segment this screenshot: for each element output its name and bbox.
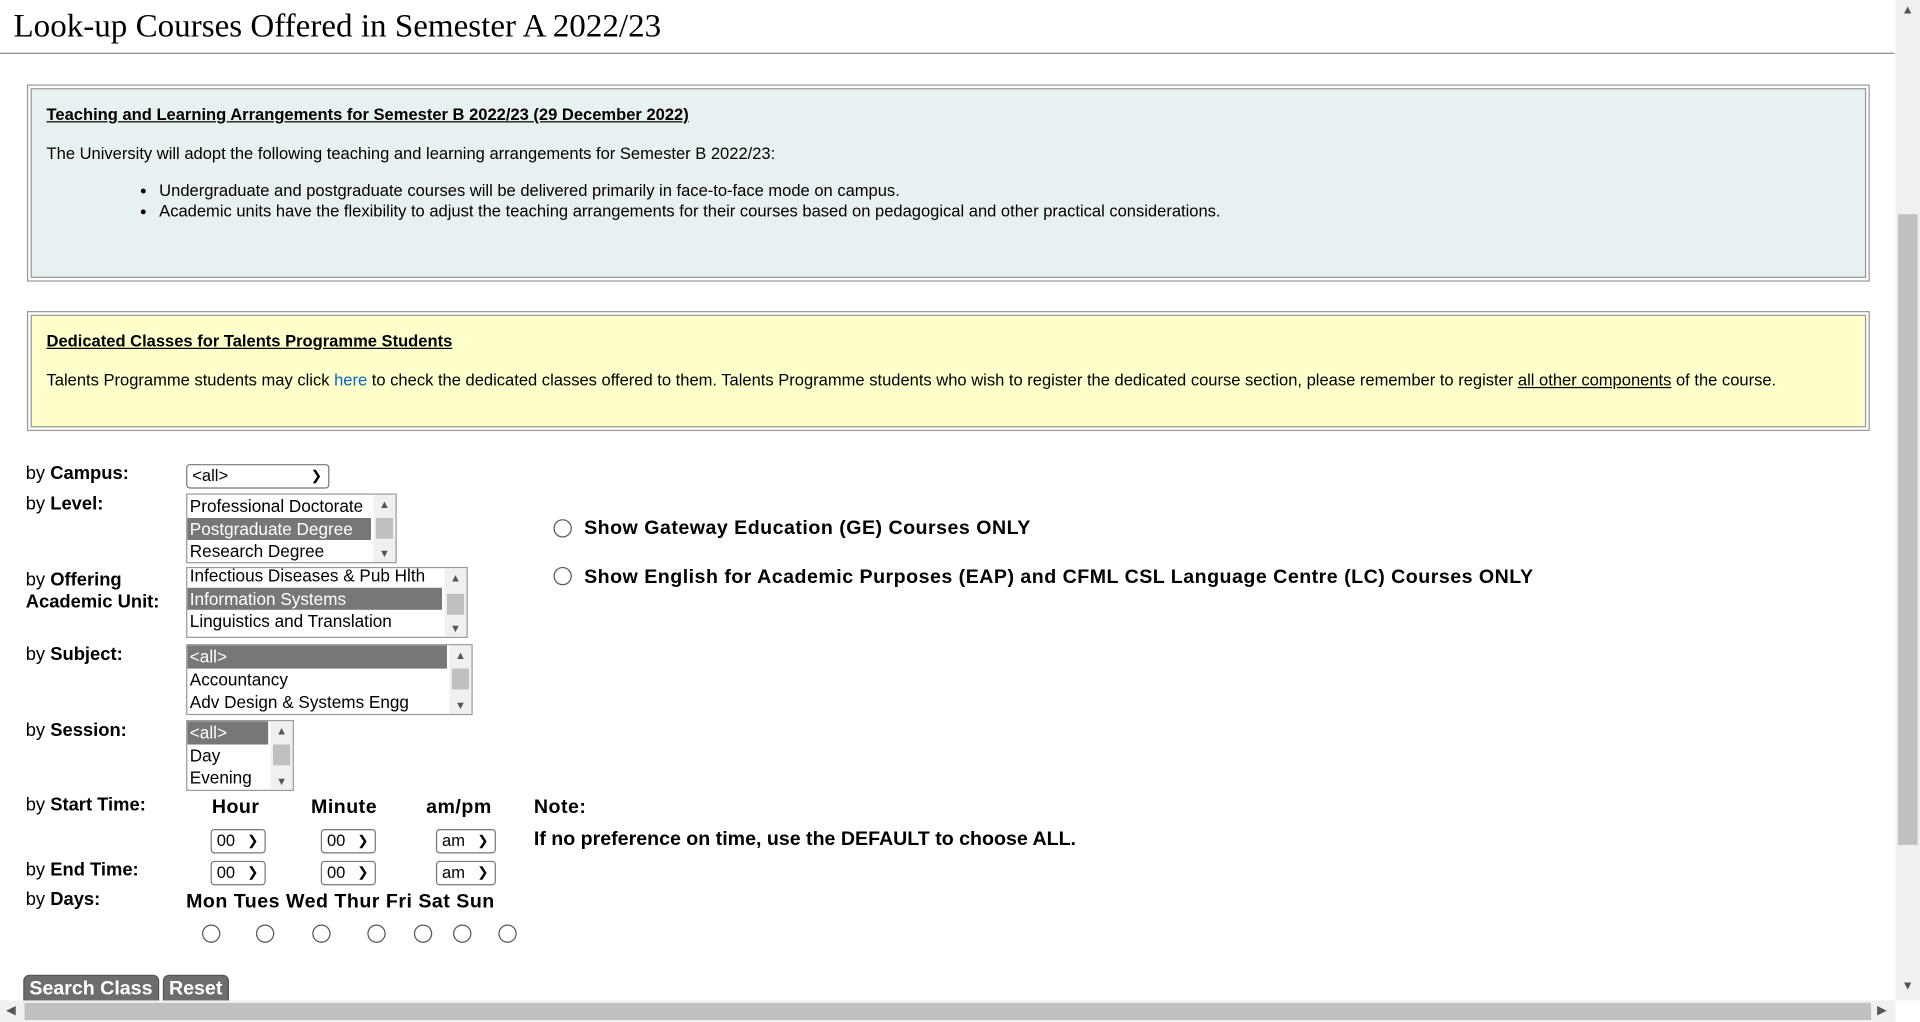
divider	[0, 52, 1895, 54]
minute-header: Minute	[311, 797, 378, 818]
page-title: Look-up Courses Offered in Semester A 20…	[13, 7, 662, 45]
day-fri-radio[interactable]	[413, 924, 433, 943]
session-listbox[interactable]: <all> Day Evening ▲ ▼	[186, 720, 294, 792]
teaching-arrangements-notice: Teaching and Learning Arrangements for S…	[26, 84, 1870, 282]
day-tues-radio[interactable]	[255, 924, 275, 943]
end-hour-select[interactable]: 00 ❯	[210, 860, 266, 886]
start-minute-select[interactable]: 00 ❯	[320, 828, 376, 854]
notice-bullet: Academic units have the flexibility to a…	[159, 201, 1850, 222]
notice-bullet: Undergraduate and postgraduate courses w…	[159, 180, 1850, 201]
eap-lc-only-radio[interactable]	[553, 566, 572, 586]
unit-option-selected[interactable]: Information Systems	[187, 587, 443, 610]
chevron-down-icon: ❯	[477, 833, 489, 849]
scroll-down-icon[interactable]: ▼	[1902, 980, 1914, 993]
level-option-selected[interactable]: Postgraduate Degree	[187, 517, 372, 541]
subject-option-selected[interactable]: <all>	[187, 645, 447, 668]
reset-button[interactable]: Reset	[162, 974, 229, 1002]
here-link[interactable]: here	[334, 371, 367, 389]
subject-label: by Subject:	[25, 644, 123, 665]
scrollbar[interactable]: ▲ ▼	[270, 721, 293, 790]
chevron-down-icon: ❯	[247, 865, 259, 881]
subject-option[interactable]: Accountancy	[187, 668, 471, 691]
scroll-left-icon[interactable]: ◀	[6, 1004, 15, 1017]
hour-header: Hour	[211, 797, 260, 818]
session-option-selected[interactable]: <all>	[187, 721, 269, 744]
vertical-scrollbar-thumb[interactable]	[1897, 214, 1918, 845]
horizontal-scrollbar-thumb[interactable]	[24, 1002, 1872, 1021]
chevron-down-icon: ❯	[357, 865, 369, 881]
level-listbox[interactable]: Professional Doctorate Postgraduate Degr…	[186, 493, 397, 564]
start-hour-select[interactable]: 00 ❯	[210, 828, 266, 854]
chevron-down-icon: ❯	[310, 468, 323, 484]
ampm-header: am/pm	[426, 797, 492, 818]
academic-unit-listbox[interactable]: Infectious Diseases & Pub Hlth Informati…	[186, 566, 468, 638]
notice-intro: The University will adopt the following …	[46, 144, 776, 163]
day-thur-radio[interactable]	[367, 924, 386, 943]
chevron-down-icon: ❯	[357, 833, 369, 849]
talents-programme-notice: Dedicated Classes for Talents Programme …	[26, 311, 1870, 432]
notice-text: to check the dedicated classes offered t…	[367, 371, 1518, 390]
scroll-right-icon[interactable]: ▶	[1877, 1004, 1886, 1017]
campus-label: by Campus:	[25, 462, 129, 484]
subject-option[interactable]: Adv Design & Systems Engg	[187, 691, 471, 714]
level-option[interactable]: Research Degree	[187, 540, 395, 562]
scroll-up-icon[interactable]: ▲	[1902, 4, 1914, 17]
notice-heading: Dedicated Classes for Talents Programme …	[46, 331, 453, 351]
notice-heading: Teaching and Learning Arrangements for S…	[46, 105, 689, 124]
end-minute-select[interactable]: 00 ❯	[320, 860, 376, 886]
notice-text: Talents Programme students may click	[46, 371, 335, 390]
days-label: by Days:	[25, 888, 101, 910]
scrollbar[interactable]: ▲ ▼	[373, 494, 396, 563]
day-wed-radio[interactable]	[312, 924, 331, 943]
day-sat-radio[interactable]	[453, 924, 472, 943]
ge-only-label: Show Gateway Education (GE) Courses ONLY	[584, 517, 1031, 539]
note-label: Note:	[533, 797, 587, 818]
unit-option[interactable]: Infectious Diseases & Pub Hlth	[187, 568, 466, 587]
day-sun-radio[interactable]	[498, 924, 517, 943]
end-time-label: by End Time:	[25, 859, 139, 881]
note-text: If no preference on time, use the DEFAUL…	[533, 828, 1076, 850]
end-ampm-select[interactable]: am ❯	[435, 860, 496, 886]
notice-text: of the course.	[1671, 371, 1777, 390]
unit-option[interactable]: Linguistics and Translation	[187, 610, 466, 633]
ge-only-radio[interactable]	[553, 519, 572, 538]
chevron-down-icon: ❯	[247, 833, 259, 849]
day-headers: Mon Tues Wed Thur Fri Sat Sun	[186, 891, 495, 913]
unit-label: by Offering Academic Unit:	[25, 569, 160, 613]
start-ampm-select[interactable]: am ❯	[435, 828, 496, 854]
level-option[interactable]: Professional Doctorate	[187, 495, 395, 518]
campus-select[interactable]: <all> ❯	[186, 464, 330, 489]
chevron-down-icon: ❯	[477, 865, 489, 881]
scrollbar[interactable]: ▲ ▼	[449, 645, 472, 714]
search-class-button[interactable]: Search Class	[23, 974, 159, 1002]
start-time-label: by Start Time:	[25, 794, 146, 816]
subject-listbox[interactable]: <all> Accountancy Adv Design & Systems E…	[186, 644, 473, 716]
session-label: by Session:	[25, 720, 127, 741]
level-label: by Level:	[25, 493, 104, 515]
day-mon-radio[interactable]	[202, 924, 221, 943]
all-other-components-link[interactable]: all other components	[1518, 371, 1671, 389]
scrollbar[interactable]: ▲ ▼	[444, 568, 467, 637]
eap-lc-only-label: Show English for Academic Purposes (EAP)…	[584, 566, 1534, 588]
